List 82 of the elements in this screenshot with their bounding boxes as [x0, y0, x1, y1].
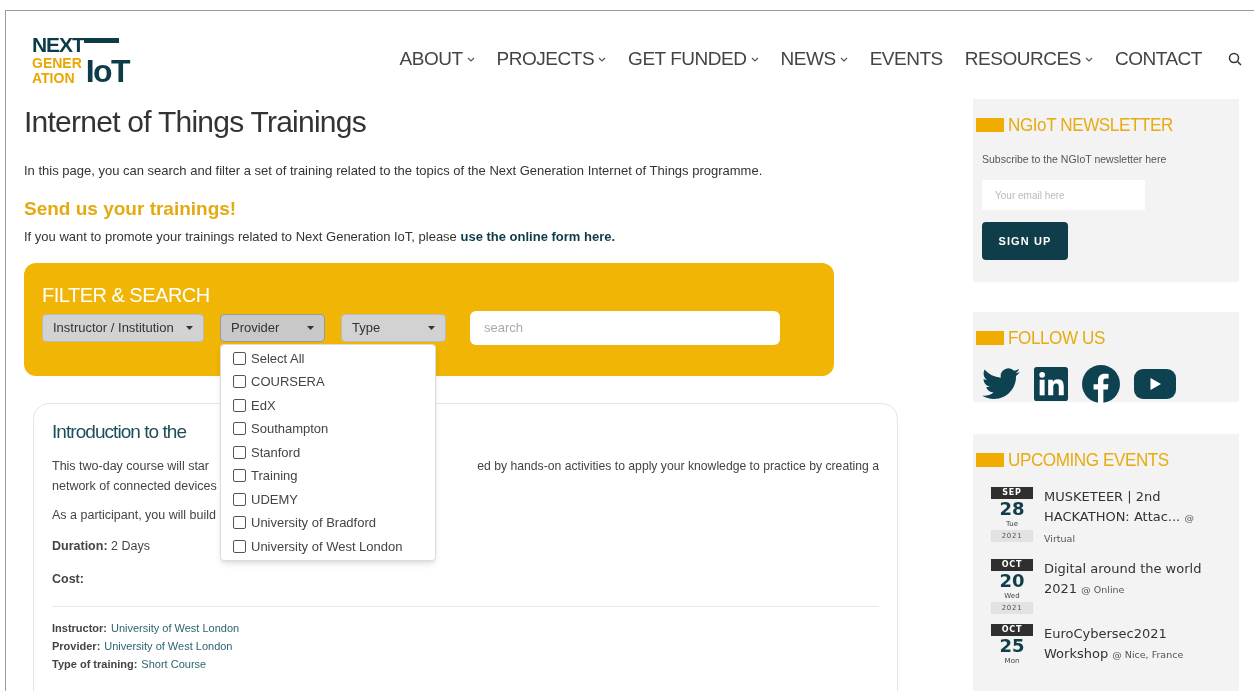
dropdown-option[interactable]: UDEMY	[233, 487, 423, 511]
widget-title: NGIoT NEWSLETTER	[1008, 113, 1173, 137]
checkbox[interactable]	[233, 492, 246, 506]
search-field[interactable]: search	[470, 310, 780, 345]
caret-icon	[750, 56, 759, 62]
description-text: ed by hands-on activities to apply your knowledge to practice by creating a	[477, 457, 879, 475]
caret-icon	[466, 56, 475, 62]
checkbox[interactable]	[233, 516, 246, 530]
logo-text[interactable]: NEXT	[32, 33, 84, 55]
widget-title: UPCOMING EVENTS	[1008, 448, 1169, 472]
intro-text: In this page, you can search and filter a set of training related to the topics of the Next Generation Internet of Things programme.	[24, 162, 764, 180]
checkbox[interactable]	[233, 422, 246, 436]
newsletter-text: Subscribe to the NGIoT newsletter here	[982, 151, 1168, 167]
event-day: 20	[999, 570, 1025, 591]
duration-text: Duration: 2 Days	[52, 537, 150, 555]
search-icon[interactable]	[1228, 52, 1242, 66]
dropdown-option[interactable]: COURSERA	[233, 370, 423, 394]
section-heading: Send us your trainings!	[24, 196, 238, 221]
description-text: As a participant, you will build	[52, 507, 216, 524]
dropdown-option[interactable]: Select All	[233, 346, 423, 370]
nav-link[interactable]: PROJECTS	[496, 44, 607, 74]
facebook-icon[interactable]	[1082, 364, 1120, 403]
dropdown-option[interactable]: Southampton	[233, 417, 423, 441]
checkbox[interactable]	[233, 445, 246, 459]
event-title[interactable]: EuroCybersec2021 Workshop @ Nice, France	[1044, 623, 1204, 666]
dropdown-option[interactable]: Training	[233, 464, 423, 488]
meta-link[interactable]: University of West London	[104, 637, 233, 656]
event-month: OCT	[991, 558, 1033, 571]
filter-dropdown[interactable]: Type	[341, 313, 446, 342]
heading-bar	[976, 453, 1004, 468]
logo-text[interactable]: IoT	[85, 54, 129, 87]
event-title[interactable]: Digital around the world 2021 @ Online	[1044, 558, 1204, 614]
meta-link[interactable]: University of West London	[111, 619, 240, 638]
checkbox[interactable]	[233, 539, 246, 553]
meta-label: Instructor:	[52, 621, 107, 637]
nav-link[interactable]: EVENTS	[869, 44, 943, 74]
caret-icon	[598, 56, 607, 62]
card-title: Introduction to the	[52, 421, 187, 441]
description-text: This two-day course will star	[52, 457, 209, 475]
meta-label: Type of training:	[52, 657, 138, 673]
meta-link[interactable]: Short Course	[141, 655, 207, 674]
dropdown-option[interactable]: University of Bradford	[233, 511, 423, 535]
filter-dropdown[interactable]: Provider	[220, 313, 325, 342]
caret-icon	[1084, 56, 1093, 62]
description-text: network of connected devices	[52, 478, 217, 496]
checkbox[interactable]	[233, 469, 246, 483]
caret-icon	[307, 325, 314, 330]
checkbox[interactable]	[233, 398, 246, 412]
sign-up-button[interactable]: SIGN UP	[982, 222, 1068, 261]
dropdown-option[interactable]: EdX	[233, 393, 423, 417]
caret-icon	[186, 325, 193, 330]
checkbox[interactable]	[233, 375, 246, 389]
heading-bar	[976, 118, 1004, 133]
event-day: 28	[999, 498, 1025, 519]
meta-label: Provider:	[52, 639, 101, 655]
linkedin-icon[interactable]	[1034, 366, 1068, 401]
form-link[interactable]: use the online form here.	[460, 229, 616, 244]
youtube-icon[interactable]	[1134, 368, 1176, 399]
twitter-icon[interactable]	[982, 367, 1020, 400]
nav-link[interactable]: ABOUT	[399, 44, 475, 74]
event-title[interactable]: MUSKETEER | 2nd HACKATHON: Attac... @ Virtual	[1044, 486, 1204, 549]
nav-link[interactable]: RESOURCES	[964, 44, 1093, 74]
email-field[interactable]: Your email here	[982, 180, 1145, 211]
nav-link[interactable]: GET FUNDED	[628, 44, 759, 74]
widget-title: FOLLOW US	[1008, 326, 1105, 350]
filter-title: FILTER & SEARCH	[42, 284, 211, 305]
checkbox[interactable]	[233, 351, 246, 365]
nav-link[interactable]: CONTACT	[1114, 44, 1202, 74]
nav-link[interactable]: NEWS	[780, 44, 848, 74]
dropdown-option[interactable]: Stanford	[233, 440, 423, 464]
promo-text: If you want to promote your trainings related to Next Generation IoT, please use the online form here.	[24, 228, 617, 246]
filter-dropdown[interactable]: Instructor / Institution	[42, 313, 204, 342]
page-title: Internet of Things Trainings	[24, 107, 367, 137]
logo-bar	[83, 37, 119, 43]
event-day: 25	[999, 635, 1025, 656]
caret-icon	[428, 325, 435, 330]
event-month: SEP	[991, 486, 1033, 499]
caret-icon	[839, 56, 848, 62]
cost-label: Cost:	[52, 570, 84, 588]
heading-bar	[976, 331, 1004, 346]
dropdown-option[interactable]: University of West London	[233, 534, 423, 558]
event-month: OCT	[991, 623, 1033, 636]
